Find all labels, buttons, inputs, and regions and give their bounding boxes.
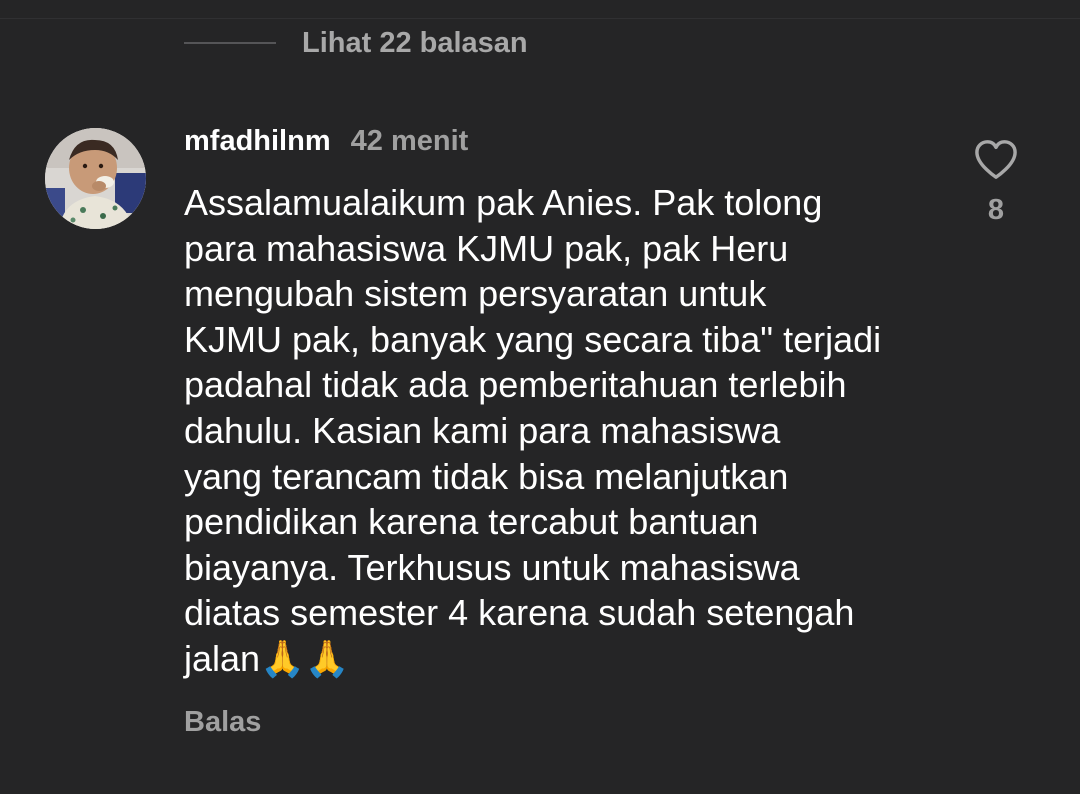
reply-button[interactable]: Balas	[184, 700, 261, 744]
comment-header: mfadhilnm 42 menit	[184, 120, 468, 162]
user-avatar-photo-icon	[45, 128, 146, 229]
like-section: 8	[970, 138, 1022, 227]
replies-line	[184, 42, 276, 44]
comment-text: Assalamualaikum pak Anies. Pak tolong pa…	[184, 182, 882, 679]
top-divider	[0, 18, 1080, 19]
like-count: 8	[987, 194, 1005, 226]
heart-outline-icon[interactable]	[973, 138, 1019, 180]
avatar[interactable]	[45, 128, 146, 229]
username[interactable]: mfadhilnm	[184, 125, 331, 158]
timestamp: 42 menit	[350, 124, 469, 157]
view-replies-label: Lihat 22 balasan	[302, 26, 528, 59]
view-replies-button[interactable]: Lihat 22 balasan	[184, 22, 528, 64]
